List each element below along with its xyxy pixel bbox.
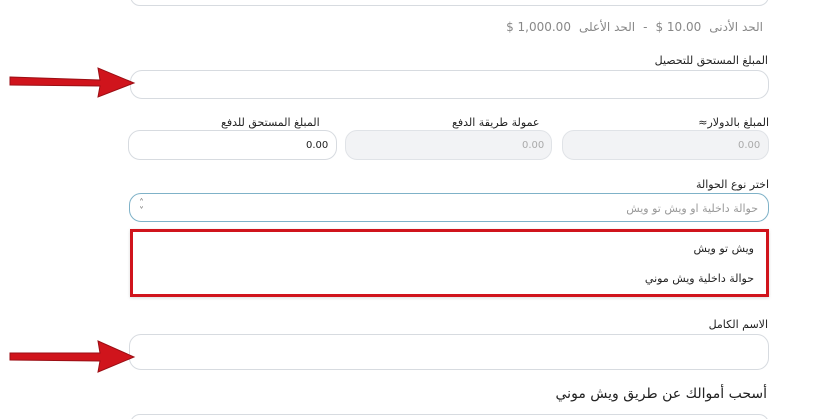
updown-chevron-icon: ˄ ˅ <box>139 198 144 217</box>
collect-amount-input[interactable] <box>130 70 769 99</box>
payment-due-value: 0.00 <box>306 140 329 151</box>
transfer-type-select[interactable]: حوالة داخلية او ويش تو ويش ˄ ˅ <box>129 193 769 222</box>
option-wish-to-wish[interactable]: ويش تو ويش <box>693 242 754 255</box>
option-internal-wish-money[interactable]: حوالة داخلية ويش موني <box>645 272 754 285</box>
max-limit-label: الحد الأعلى <box>578 20 636 34</box>
red-arrow-icon <box>9 67 136 98</box>
payment-fee-label: عمولة طريقة الدفع <box>452 116 540 129</box>
next-field[interactable] <box>130 414 769 419</box>
limit-separator: - <box>643 20 648 34</box>
transfer-type-label: اختر نوع الحوالة <box>695 178 769 191</box>
collect-amount-label: المبلغ المستحق للتحصيل <box>654 54 768 67</box>
full-name-input[interactable] <box>129 334 769 370</box>
max-limit-value: 1,000.00 $ <box>506 20 571 34</box>
section-title: أسحب أموالك عن طريق ويش موني <box>555 386 767 402</box>
red-arrow-icon <box>9 340 136 373</box>
transfer-type-options: ويش تو ويش حوالة داخلية ويش موني <box>130 229 769 297</box>
min-limit-value: 10.00 $ <box>655 20 702 34</box>
payment-fee-value: 0.00 <box>522 140 545 151</box>
payment-due-label: المبلغ المستحق للدفع <box>221 116 320 129</box>
payment-due-input[interactable]: 0.00 <box>128 130 337 160</box>
min-limit-label: الحد الأدنى <box>709 20 763 34</box>
usd-amount-field: 0.00 <box>562 130 769 160</box>
transfer-type-placeholder: حوالة داخلية او ويش تو ويش <box>626 202 758 215</box>
amount-limits: الحد الأدنى 10.00 $-الحد الأعلى 1,000.00 $ <box>502 20 767 34</box>
usd-amount-label: المبلغ بالدولار≈ <box>698 116 769 129</box>
previous-field[interactable] <box>130 0 769 6</box>
payment-fee-field: 0.00 <box>345 130 552 160</box>
usd-amount-value: 0.00 <box>738 140 761 151</box>
full-name-label: الاسم الكامل <box>708 318 768 331</box>
